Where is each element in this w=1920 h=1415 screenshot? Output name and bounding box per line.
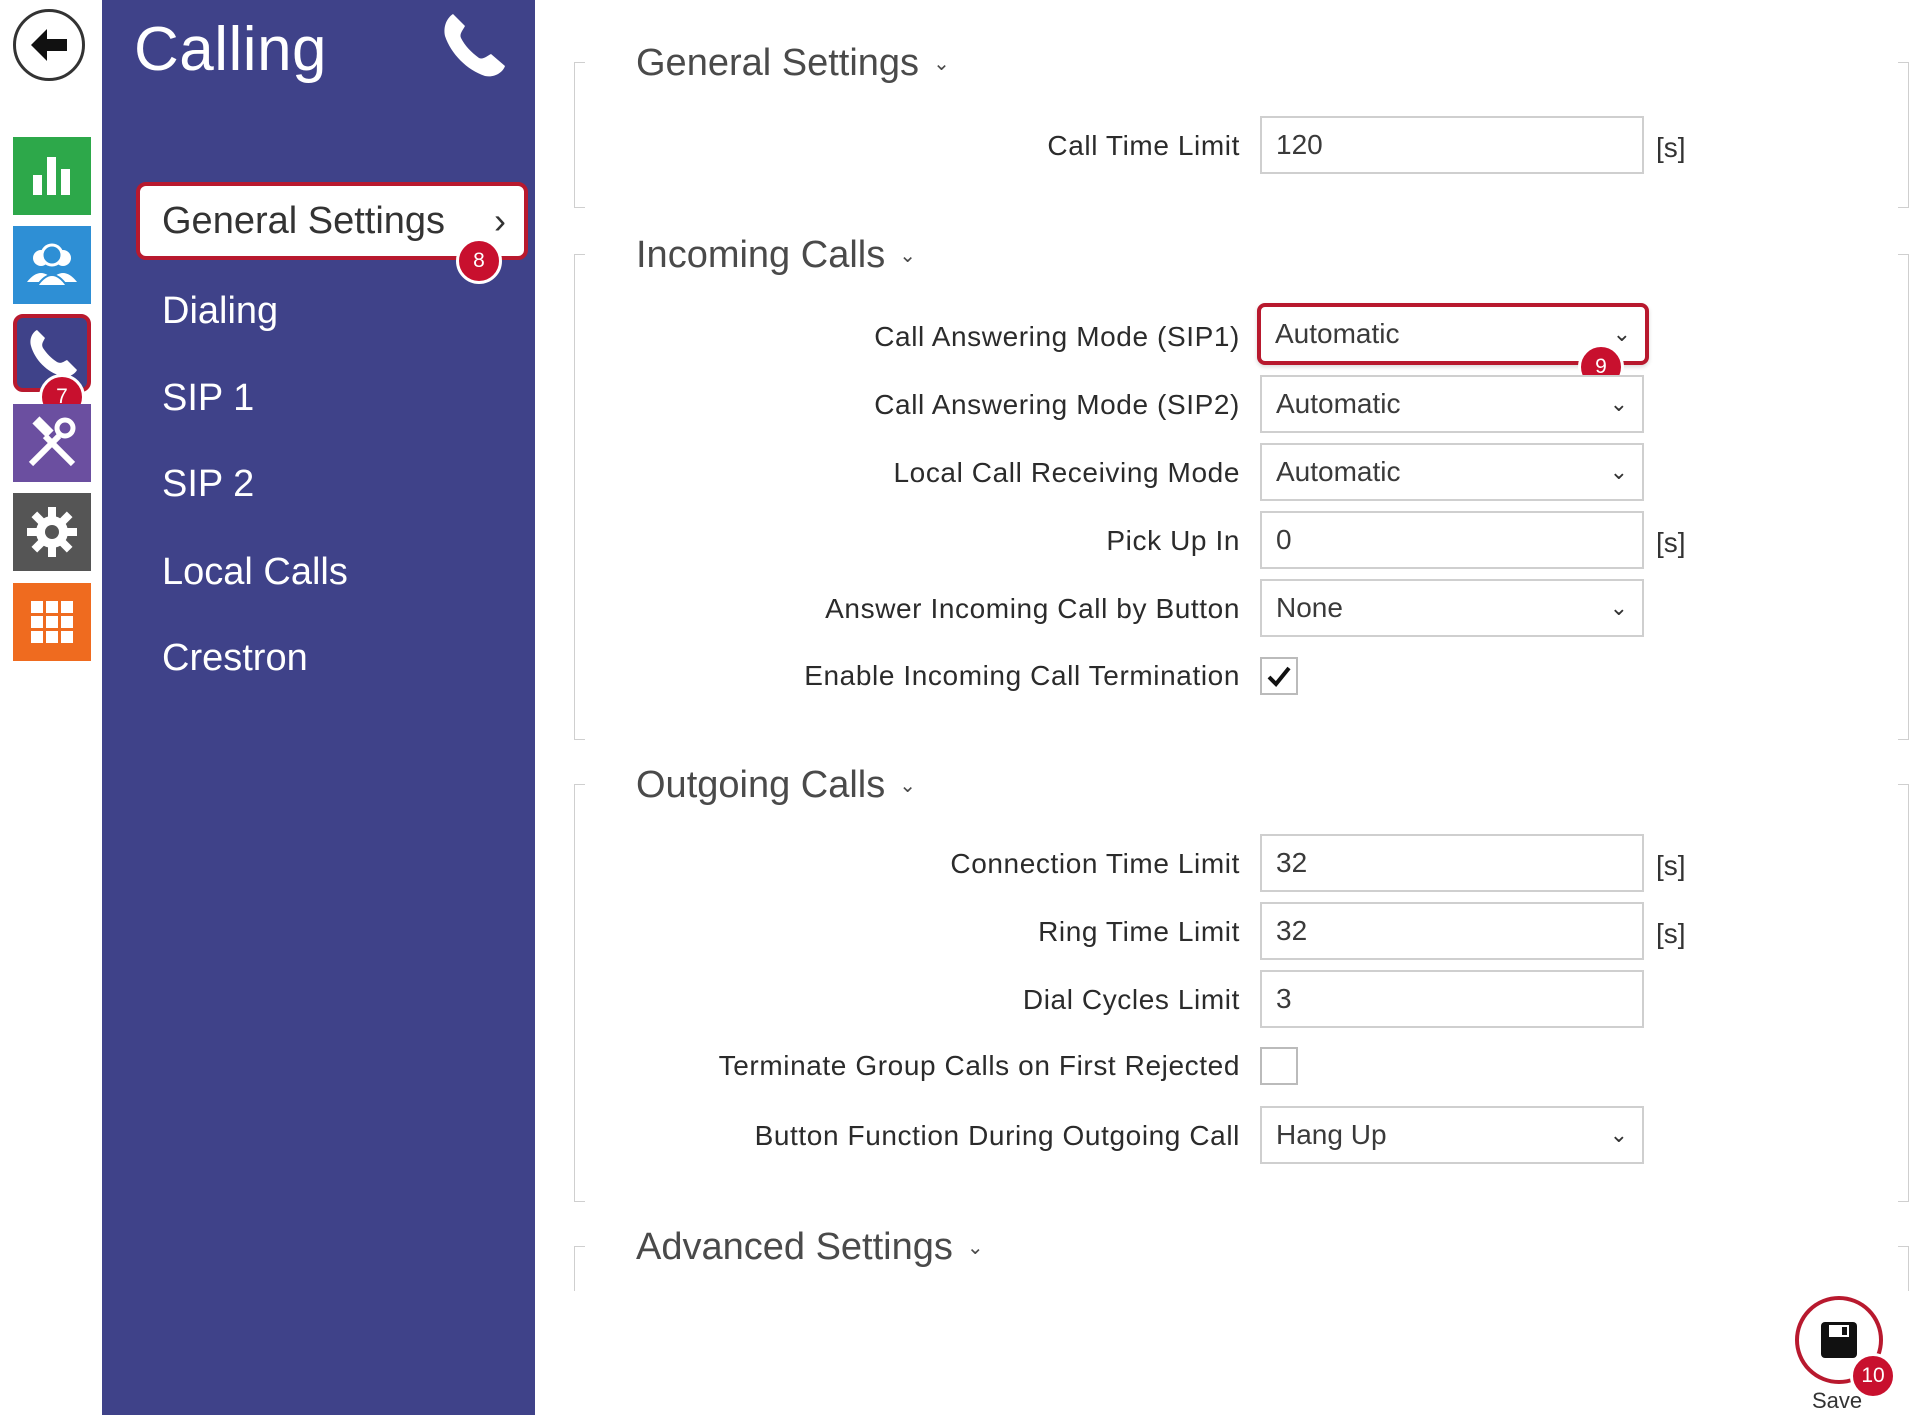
calling-nav-panel: Calling General Settings › 8 Dialing SIP… bbox=[102, 0, 535, 1415]
phone-icon bbox=[444, 14, 505, 77]
section-frame bbox=[1898, 1246, 1909, 1291]
section-frame bbox=[574, 62, 585, 208]
section-frame bbox=[1898, 254, 1909, 740]
rail-services[interactable] bbox=[13, 583, 91, 661]
icon-rail: 7 bbox=[0, 0, 102, 1415]
answer-incoming-call-by-button-select[interactable]: None ⌄ bbox=[1260, 579, 1644, 637]
back-button[interactable] bbox=[13, 9, 85, 81]
label-ring-time-limit: Ring Time Limit bbox=[1038, 916, 1240, 947]
rail-hardware[interactable] bbox=[13, 404, 91, 482]
system-gear-icon bbox=[27, 507, 77, 557]
nav-item-dialing[interactable]: Dialing bbox=[162, 290, 278, 333]
chevron-down-icon: ⌄ bbox=[1612, 321, 1631, 346]
unit-seconds: [s] bbox=[1656, 850, 1686, 881]
status-chart-icon bbox=[33, 157, 70, 195]
rail-system[interactable] bbox=[13, 493, 91, 571]
button-function-outgoing-call-select[interactable]: Hang Up ⌄ bbox=[1260, 1106, 1644, 1164]
section-title-text: Incoming Calls bbox=[636, 234, 886, 276]
label-local-call-receiving-mode: Local Call Receiving Mode bbox=[893, 457, 1240, 488]
section-title-text: Outgoing Calls bbox=[636, 764, 886, 806]
unit-seconds: [s] bbox=[1656, 132, 1686, 163]
label-answer-incoming-call-by-button: Answer Incoming Call by Button bbox=[825, 593, 1240, 624]
section-frame bbox=[1898, 62, 1909, 208]
select-value: Automatic bbox=[1276, 456, 1401, 487]
select-value: None bbox=[1276, 592, 1343, 623]
chevron-down-icon: ⌄ bbox=[899, 245, 916, 267]
chevron-down-icon: ⌄ bbox=[933, 53, 950, 75]
chevron-right-icon: › bbox=[494, 200, 506, 241]
save-label: Save bbox=[1812, 1388, 1863, 1413]
rail-status[interactable] bbox=[13, 137, 91, 215]
label-enable-incoming-call-termination: Enable Incoming Call Termination bbox=[804, 660, 1240, 691]
hardware-tools-icon bbox=[28, 416, 76, 467]
label-call-answering-mode-sip2: Call Answering Mode (SIP2) bbox=[874, 389, 1240, 420]
section-title-text: General Settings bbox=[636, 42, 920, 84]
back-arrow-icon bbox=[31, 29, 67, 61]
chevron-down-icon: ⌄ bbox=[1609, 595, 1628, 620]
select-value: Automatic bbox=[1275, 318, 1400, 349]
label-call-time-limit: Call Time Limit bbox=[1047, 130, 1240, 161]
unit-seconds: [s] bbox=[1656, 527, 1686, 558]
nav-item-crestron[interactable]: Crestron bbox=[162, 637, 308, 680]
dial-cycles-limit-input[interactable]: 3 bbox=[1260, 970, 1644, 1028]
services-grid-icon bbox=[31, 601, 73, 643]
ring-time-limit-input[interactable]: 32 bbox=[1260, 902, 1644, 960]
label-pick-up-in: Pick Up In bbox=[1106, 525, 1240, 556]
directory-users-icon bbox=[27, 243, 77, 287]
label-connection-time-limit: Connection Time Limit bbox=[950, 848, 1240, 879]
call-time-limit-input[interactable]: 120 bbox=[1260, 116, 1644, 174]
chevron-down-icon: ⌄ bbox=[1609, 391, 1628, 416]
section-frame bbox=[1898, 784, 1909, 1202]
chevron-down-icon: ⌄ bbox=[899, 775, 917, 797]
label-button-function-outgoing-call: Button Function During Outgoing Call bbox=[754, 1120, 1240, 1151]
floppy-disk-icon bbox=[1821, 1322, 1857, 1358]
unit-seconds: [s] bbox=[1656, 918, 1686, 949]
section-frame bbox=[574, 1246, 585, 1291]
select-value: Hang Up bbox=[1276, 1119, 1387, 1150]
page-title: Calling bbox=[134, 15, 328, 84]
chevron-down-icon: ⌄ bbox=[1609, 1122, 1628, 1147]
label-call-answering-mode-sip1: Call Answering Mode (SIP1) bbox=[874, 321, 1240, 352]
nav-item-local-calls[interactable]: Local Calls bbox=[162, 551, 348, 594]
local-call-receiving-mode-select[interactable]: Automatic ⌄ bbox=[1260, 443, 1644, 501]
calling-phone-icon bbox=[30, 330, 78, 377]
chevron-down-icon: ⌄ bbox=[966, 1237, 984, 1259]
call-answering-mode-sip2-select[interactable]: Automatic ⌄ bbox=[1260, 375, 1644, 433]
badge-8: 8 bbox=[456, 238, 502, 284]
label-dial-cycles-limit: Dial Cycles Limit bbox=[1022, 984, 1240, 1015]
terminate-group-calls-checkbox[interactable] bbox=[1260, 1047, 1298, 1085]
section-advanced-settings[interactable]: Advanced Settings ⌄ bbox=[636, 1226, 984, 1269]
nav-item-label: General Settings bbox=[162, 199, 446, 242]
section-outgoing-calls[interactable]: Outgoing Calls ⌄ bbox=[636, 764, 916, 807]
rail-directory[interactable] bbox=[13, 226, 91, 304]
section-frame bbox=[574, 254, 585, 740]
select-value: Automatic bbox=[1276, 388, 1401, 419]
section-incoming-calls[interactable]: Incoming Calls ⌄ bbox=[636, 234, 916, 277]
checkmark-icon bbox=[1267, 666, 1291, 687]
enable-incoming-call-termination-checkbox[interactable] bbox=[1260, 657, 1298, 695]
label-terminate-group-calls: Terminate Group Calls on First Rejected bbox=[718, 1050, 1240, 1081]
section-title-text: Advanced Settings bbox=[636, 1226, 953, 1268]
chevron-down-icon: ⌄ bbox=[1609, 459, 1628, 484]
nav-item-sip2[interactable]: SIP 2 bbox=[162, 463, 254, 506]
nav-item-sip1[interactable]: SIP 1 bbox=[162, 377, 254, 420]
section-general-settings[interactable]: General Settings ⌄ bbox=[636, 42, 950, 85]
pick-up-in-input[interactable]: 0 bbox=[1260, 511, 1644, 569]
section-frame bbox=[574, 784, 585, 1202]
connection-time-limit-input[interactable]: 32 bbox=[1260, 834, 1644, 892]
